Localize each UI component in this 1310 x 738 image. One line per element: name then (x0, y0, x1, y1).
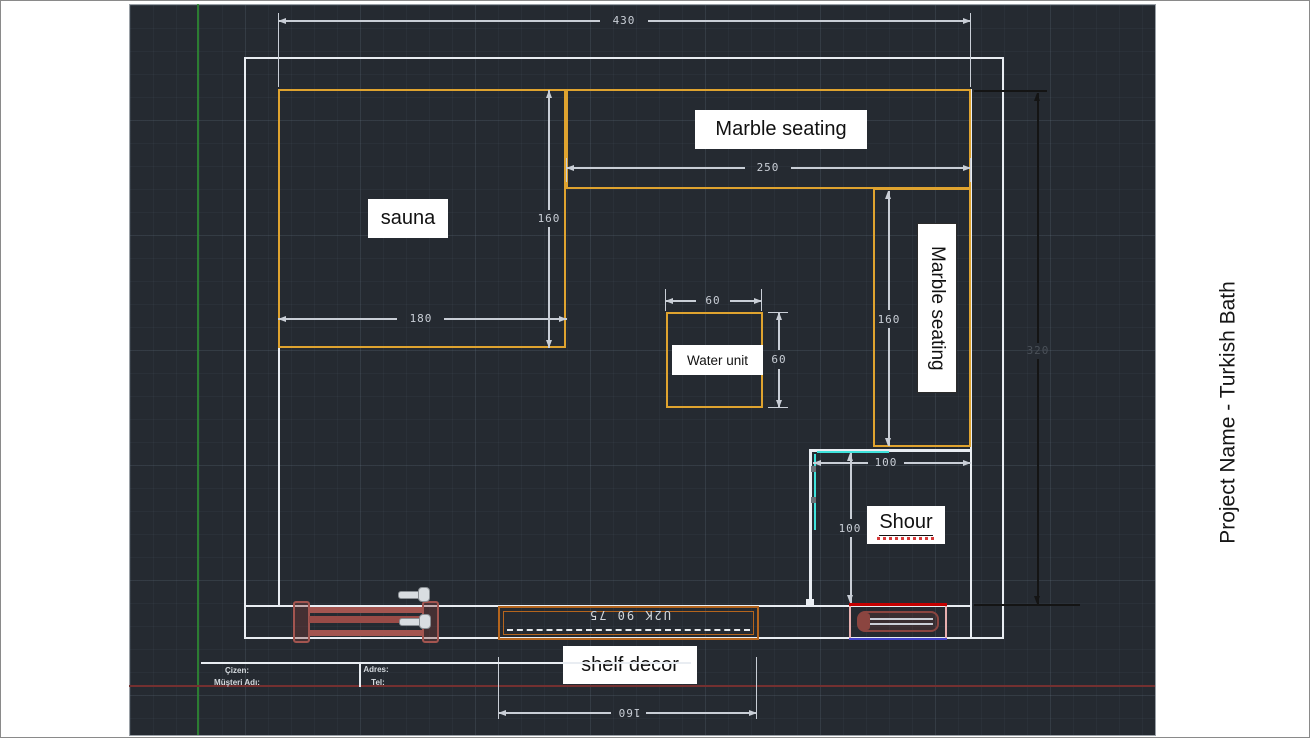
outer-wall-left (244, 57, 246, 639)
dim-shower-width-text: 100 (868, 456, 904, 469)
dim-overall-width-line (278, 20, 600, 22)
dim-arrow-icon (776, 312, 782, 320)
dim-right-seating-text: 160 (873, 313, 905, 326)
slide-page: U2K 90 75 430 250 160 180 60 60 160 (0, 0, 1310, 738)
dim-arrow-icon (1034, 596, 1040, 604)
dim-shower-width-line (813, 462, 868, 464)
dim-extension-line (278, 13, 279, 87)
shelf-marking-text: U2K 90 75 (562, 607, 697, 622)
label-marble-seating-right: Marble seating (917, 223, 957, 393)
dim-overall-width-line (648, 20, 971, 22)
dim-overall-width-text: 430 (600, 14, 648, 27)
dim-top-seating-line (566, 167, 745, 169)
dim-arrow-icon (498, 710, 506, 716)
dim-arrow-icon (278, 316, 286, 322)
title-block-address: Adres: (351, 665, 401, 674)
faucet-knob-icon (418, 587, 430, 602)
dim-arrow-icon (963, 18, 971, 24)
label-shower: Shour (867, 506, 945, 544)
dim-shower-depth-text: 100 (834, 522, 866, 535)
shower-tray-top-edge (849, 603, 947, 606)
outer-wall-right (1002, 57, 1004, 639)
dim-extension-line (970, 13, 971, 87)
dim-arrow-icon (885, 191, 891, 199)
dim-arrow-icon (754, 298, 762, 304)
dim-shower-width-line (904, 462, 971, 464)
title-block-line (201, 662, 691, 664)
shower-tray-bottom-edge (849, 638, 947, 640)
spellcheck-squiggle (877, 537, 935, 540)
shower-lounger-slat (863, 618, 933, 620)
shower-glass-horizontal (817, 451, 889, 453)
dim-arrow-icon (847, 453, 853, 461)
dim-shower-depth-line (850, 453, 852, 519)
dim-arrow-icon (1034, 93, 1040, 101)
dim-overall-depth-tick (974, 90, 1047, 92)
dim-arrow-icon (847, 595, 853, 603)
dim-right-seating-line (888, 328, 890, 446)
dim-top-seating-text: 250 (745, 161, 791, 174)
dim-arrow-icon (749, 710, 757, 716)
dim-overall-depth-text: 320 (1022, 344, 1054, 357)
dim-arrow-icon (963, 460, 971, 466)
dim-sauna-width-text: 180 (398, 312, 444, 325)
dim-sauna-depth-text: 160 (533, 212, 565, 225)
faucet-knob-icon (419, 614, 431, 629)
title-block-phone: Tel: (353, 678, 403, 687)
dim-sauna-width-line (278, 318, 397, 320)
bench-post-left (293, 601, 310, 643)
dim-shower-depth-line (850, 537, 852, 603)
dim-arrow-icon (885, 438, 891, 446)
shower-wall-foot (806, 599, 814, 605)
dim-water-width-text: 60 (697, 294, 729, 307)
title-block-customer: Müşteri Adı: (197, 678, 277, 687)
dim-arrow-icon (278, 18, 286, 24)
red-guide-line (129, 685, 1155, 687)
shower-lounger-headrest (859, 613, 870, 630)
shower-glass-hinge (811, 466, 816, 472)
shelf-centerline (507, 629, 750, 631)
label-shower-text: Shour (879, 511, 932, 536)
dim-shelf-width-line (646, 712, 757, 714)
label-sauna: sauna (368, 199, 448, 238)
dim-water-depth-text: 60 (767, 353, 791, 366)
dim-arrow-icon (963, 165, 971, 171)
dim-right-seating-line (888, 191, 890, 310)
shower-lounger-slat (863, 623, 933, 625)
dim-arrow-icon (546, 90, 552, 98)
dim-arrow-icon (566, 165, 574, 171)
bench-rail (309, 630, 423, 636)
dim-overall-depth-line (1037, 359, 1039, 604)
bench-rail (309, 607, 423, 613)
dim-shelf-width-text: 160 (612, 706, 646, 719)
dim-overall-depth-line (1037, 93, 1039, 343)
dim-shelf-width-line (498, 712, 611, 714)
project-side-title: Project Name - Turkish Bath (1217, 243, 1242, 583)
dim-arrow-icon (813, 460, 821, 466)
outer-wall-top (244, 57, 1004, 59)
dim-sauna-width-line (444, 318, 567, 320)
dim-arrow-icon (665, 298, 673, 304)
dim-sauna-depth-line (548, 227, 550, 348)
shower-glass-hinge (811, 497, 816, 503)
title-block-drawn-by: Çizen: (207, 666, 267, 675)
ucs-green-axis-line (197, 4, 199, 735)
dim-arrow-icon (776, 400, 782, 408)
dim-arrow-icon (559, 316, 567, 322)
label-water-unit: Water unit (672, 345, 763, 375)
label-marble-seating-top: Marble seating (695, 110, 867, 149)
dim-sauna-depth-line (548, 90, 550, 210)
shower-wall-left (809, 449, 812, 605)
dim-top-seating-line (791, 167, 971, 169)
label-shelf-decor: shelf decor (563, 646, 697, 684)
dim-arrow-icon (546, 340, 552, 348)
dim-overall-depth-tick (974, 604, 1080, 606)
